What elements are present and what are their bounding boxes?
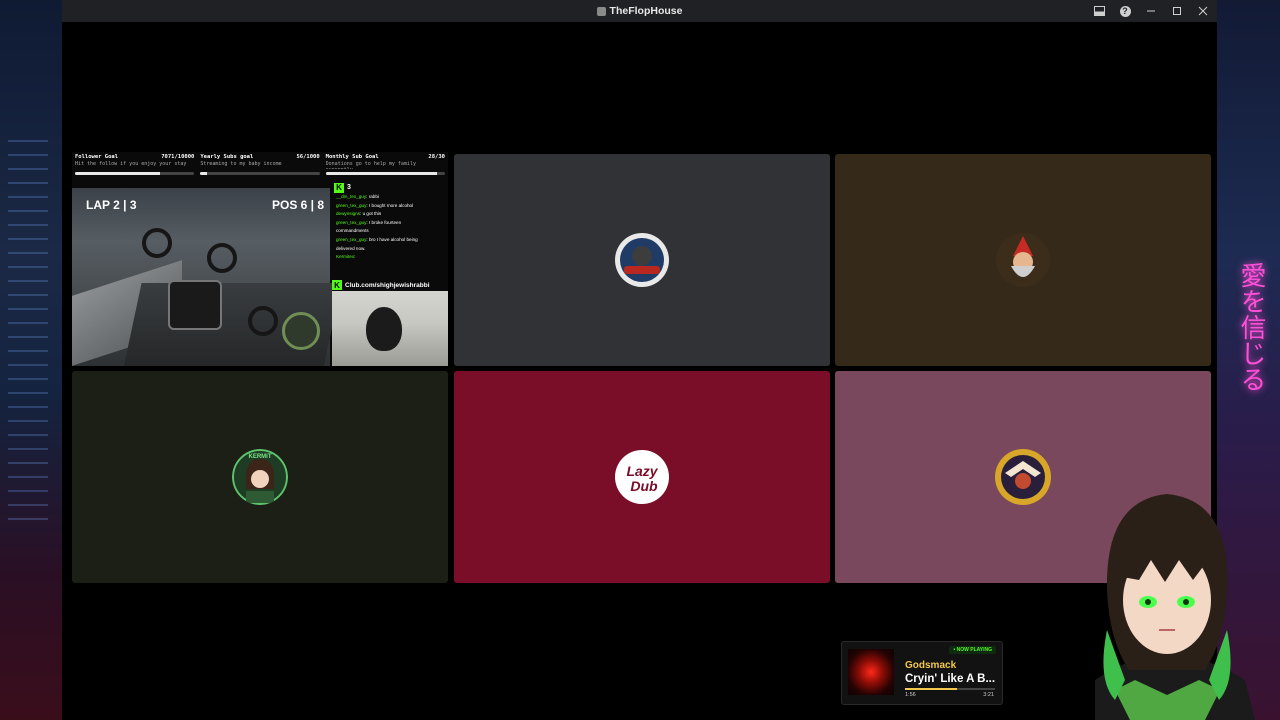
chat-message: green_tex_guy: bro I have alcohol being	[336, 236, 418, 242]
goal-yearly-subs: Yearly Subs goal 56/1000 Streaming to my …	[197, 152, 322, 185]
tire-obstacle	[248, 306, 278, 336]
participant-avatar	[996, 233, 1050, 287]
track-title: Cryin' Like A B...	[905, 673, 996, 685]
app-icon	[596, 6, 606, 16]
webcam-feed: K Club.com/shighjewishrabbi	[332, 279, 448, 366]
game-capture: LAP 2 | 3 POS 6 | 8	[72, 188, 342, 366]
chat-message: Kermitex:	[336, 254, 356, 260]
track-duration: 3:21	[983, 692, 994, 698]
stream-chat: K 3 __dm_tex_guy: rabbi green_tex_guy: I…	[332, 180, 448, 280]
participant-label: Lazy	[626, 463, 658, 479]
window-title: TheFlopHouse	[609, 5, 683, 17]
track-progress	[905, 688, 995, 690]
chat-message: __dm_tex_guy: rabbi	[336, 194, 379, 199]
position-counter: POS 6 | 8	[272, 198, 325, 212]
lap-counter: LAP 2 | 3	[86, 198, 137, 212]
album-cover	[848, 649, 894, 695]
participant-tile-kermitex[interactable]: KERMIT	[72, 371, 448, 583]
chat-message: dewynsigns: u got this	[336, 211, 382, 217]
participant-avatar: Lazy Dub	[615, 450, 669, 504]
streamer-badge	[282, 312, 320, 350]
screen-share-tile[interactable]: Follower Goal 7071/10000 Hit the follow i…	[72, 152, 448, 366]
title-bar: TheFlopHouse ?	[62, 0, 1217, 22]
participant-avatar	[995, 449, 1051, 505]
vtuber-avatar	[1095, 494, 1255, 720]
participant-label: Dub	[630, 478, 658, 494]
neon-sign: 愛を信じる	[1236, 262, 1266, 392]
chat-message: commandments	[336, 228, 369, 234]
participant-avatar: KERMIT	[232, 449, 288, 505]
app-window: TheFlopHouse ? Follower Goal 7071/10000 H…	[62, 0, 1217, 720]
chat-message: green_tex_guy: I bought more alcohol	[336, 202, 414, 208]
kick-logo-icon: K	[334, 183, 344, 193]
player-car	[168, 280, 222, 330]
track-artist: Godsmack	[905, 660, 957, 671]
participant-tile-vortex[interactable]	[454, 154, 830, 366]
cam-url-label: K Club.com/shighjewishrabbi	[332, 279, 448, 291]
kick-count: 3	[347, 183, 351, 191]
maximize-icon[interactable]	[1169, 3, 1185, 19]
participant-label: KERMIT	[249, 454, 272, 460]
participant-tile-gnome[interactable]	[835, 154, 1211, 366]
kick-logo-icon: K	[332, 280, 342, 290]
tire-obstacle	[142, 228, 172, 258]
webcam-person	[366, 307, 402, 351]
participant-tile-lazydub[interactable]: Lazy Dub	[454, 371, 830, 583]
background-city-left	[0, 0, 66, 720]
help-button[interactable]: ?	[1117, 3, 1133, 19]
participant-avatar	[615, 233, 669, 287]
track-elapsed: 1:56	[905, 692, 916, 698]
close-icon[interactable]	[1195, 3, 1211, 19]
minimize-icon[interactable]	[1143, 3, 1159, 19]
inbox-icon[interactable]	[1091, 3, 1107, 19]
chat-message: green_tex_guy: I broke fourteen	[336, 219, 402, 225]
help-icon: ?	[1119, 5, 1131, 17]
goal-follower: Follower Goal 7071/10000 Hit the follow i…	[72, 152, 197, 185]
chat-message: delivered now.	[336, 245, 366, 251]
now-playing-widget: • NOW PLAYING Godsmack Cryin' Like A B..…	[841, 641, 1003, 705]
tire-obstacle	[207, 243, 237, 273]
now-playing-badge: • NOW PLAYING	[949, 646, 996, 654]
